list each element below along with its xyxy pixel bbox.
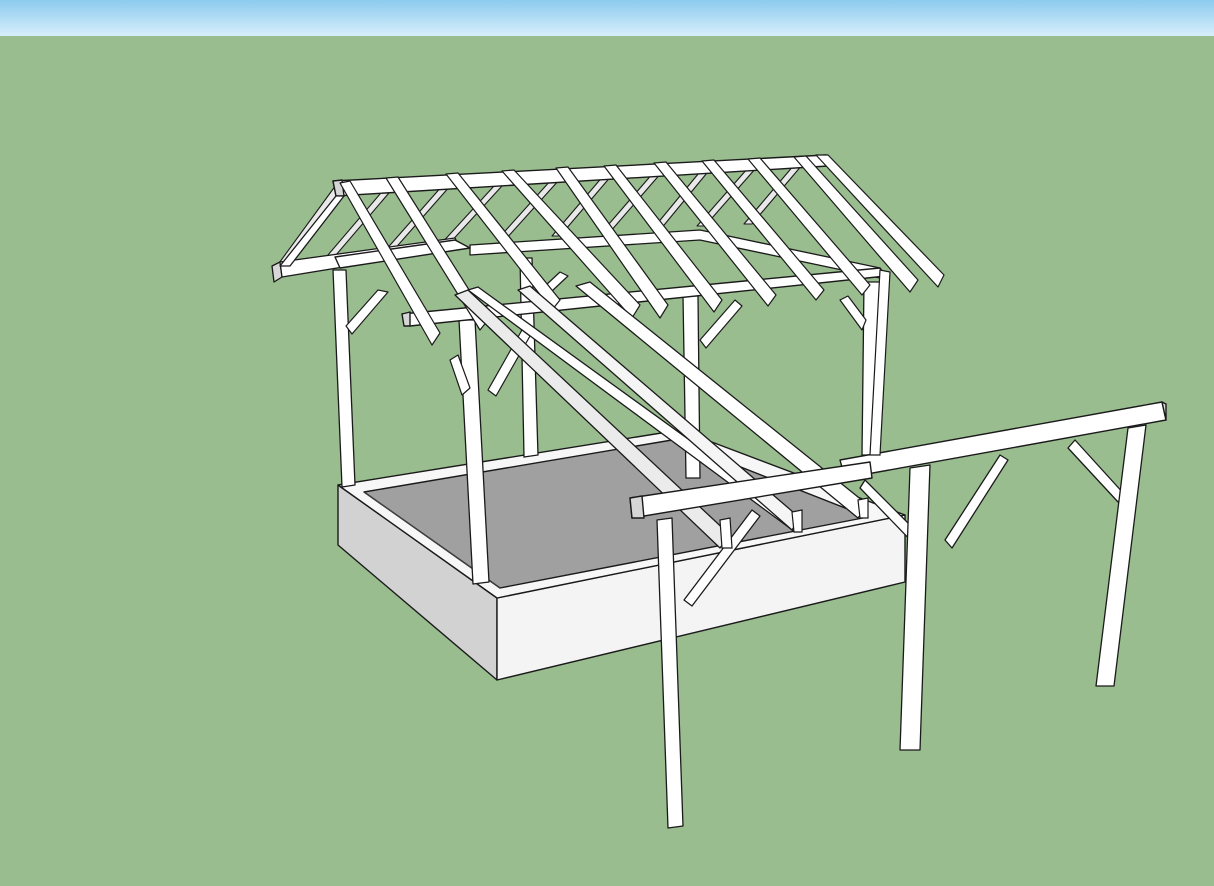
timber-frame-model[interactable] — [0, 0, 1214, 886]
knee-braces — [345, 271, 867, 397]
post-lean-right — [1095, 424, 1147, 687]
post-lean-middle — [899, 464, 931, 751]
3d-viewport[interactable] — [0, 0, 1214, 886]
post-left-corner — [332, 269, 356, 488]
